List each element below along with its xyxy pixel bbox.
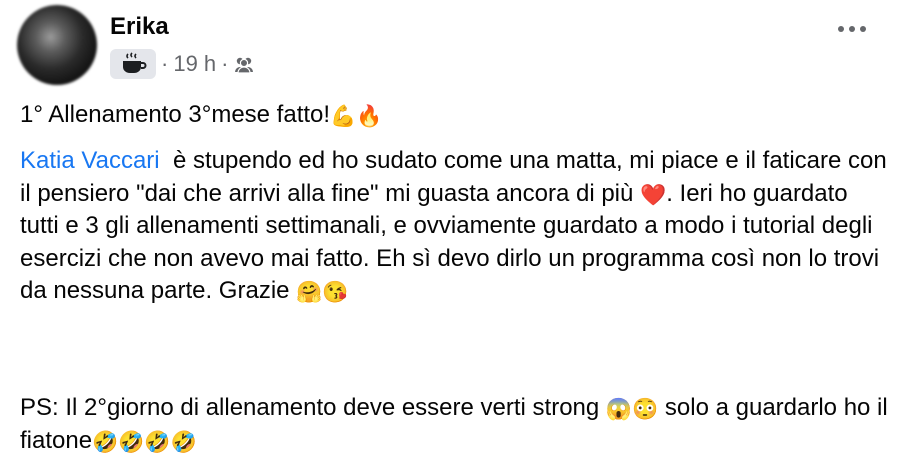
rolling-laughing-emoji: 🤣	[144, 430, 171, 454]
more-options-icon[interactable]	[838, 26, 866, 32]
post-meta: · 19 h ·	[110, 48, 255, 80]
kissing-face-emoji: 😘	[322, 281, 349, 304]
rolling-laughing-emoji: 🤣	[92, 430, 119, 454]
flexed-biceps-emoji: 💪	[330, 105, 357, 128]
friends-icon[interactable]	[233, 53, 255, 75]
fire-emoji: 🔥	[356, 105, 383, 128]
post-title: 1° Allenamento 3°mese fatto!💪🔥	[20, 99, 890, 132]
title-text: 1° Allenamento 3°mese fatto!	[20, 101, 331, 128]
author-name[interactable]: Erika	[110, 13, 169, 41]
rolling-laughing-emoji: 🤣	[118, 430, 145, 454]
paragraph-text: PS: Il 2°giorno di allenamento deve esse…	[20, 394, 600, 421]
post-paragraph-2: PS: Il 2°giorno di allenamento deve esse…	[20, 392, 890, 457]
dot	[849, 26, 855, 32]
meta-separator: ·	[221, 51, 229, 76]
meta-separator: ·	[161, 51, 169, 76]
dot	[838, 26, 844, 32]
post-time[interactable]: 19 h	[173, 51, 216, 77]
coffee-cup-icon[interactable]	[110, 49, 156, 79]
avatar[interactable]	[17, 5, 97, 85]
red-heart-emoji: ❤️	[640, 183, 667, 207]
post-paragraph-1: Katia Vaccari è stupendo ed ho sudato co…	[20, 145, 890, 308]
dot	[860, 26, 866, 32]
facebook-post: Erika · 19 h · 1° Allenamento 3°mese fat…	[0, 0, 900, 468]
flushed-face-emoji: 😳	[632, 398, 659, 421]
screaming-face-emoji: 😱	[605, 398, 633, 421]
rolling-laughing-emoji: 🤣	[170, 430, 197, 454]
mention-link[interactable]: Katia Vaccari	[20, 147, 160, 174]
hugging-face-emoji: 🤗	[296, 281, 323, 304]
